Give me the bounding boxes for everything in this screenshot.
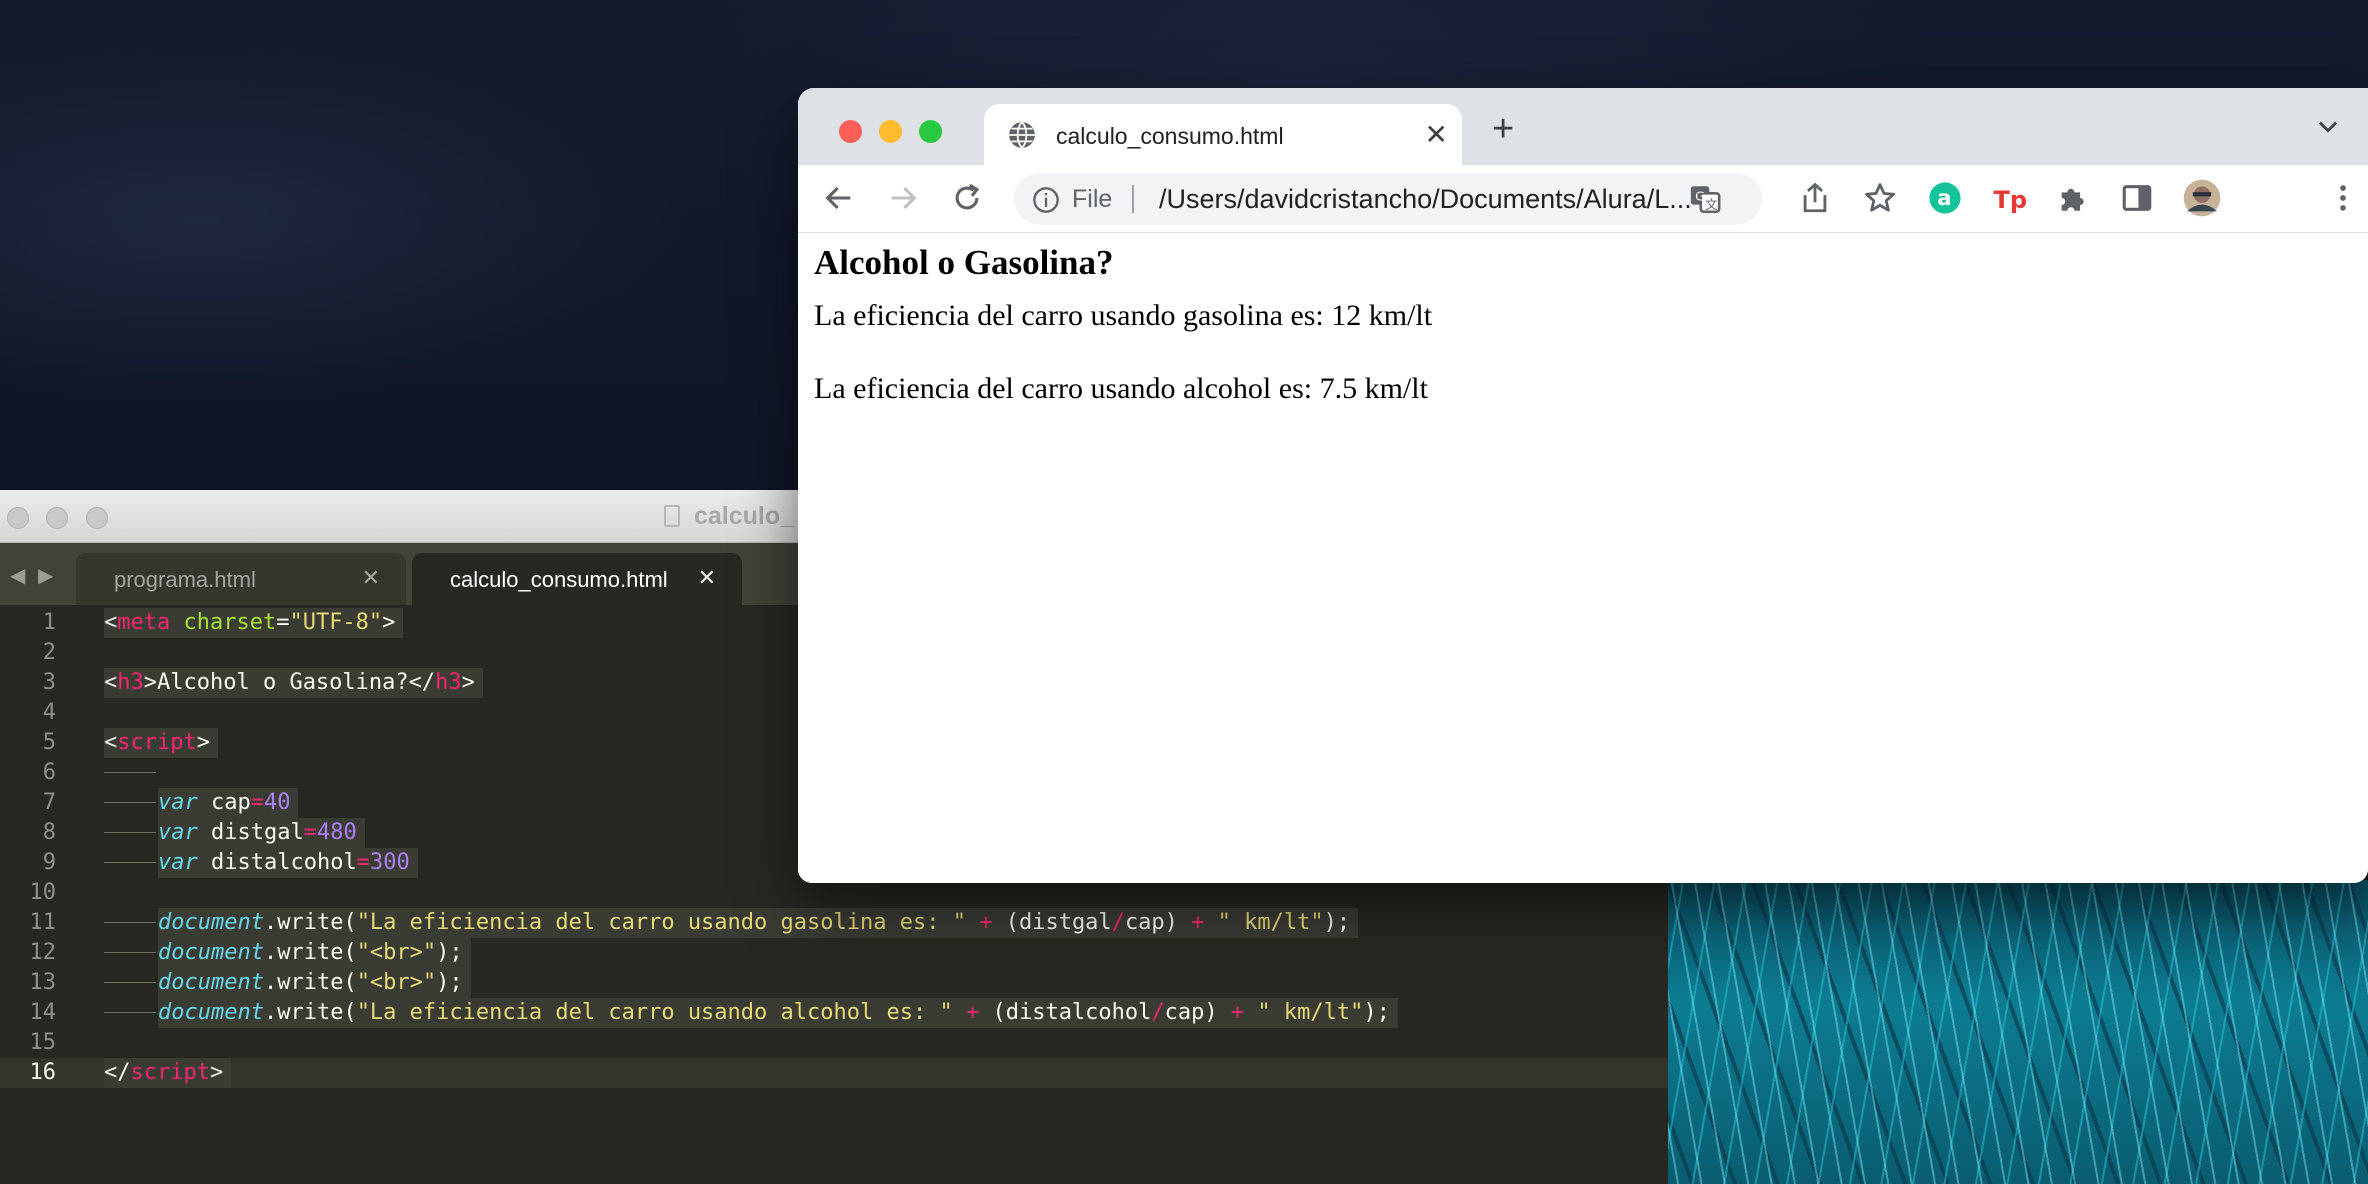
line-number: 14	[29, 1000, 57, 1025]
alcohol-efficiency-text: La eficiencia del carro usando alcohol e…	[814, 372, 1428, 405]
svg-text:a: a	[1937, 186, 1951, 211]
wallpaper-grass	[1668, 880, 2368, 1184]
omnibox-divider	[1132, 185, 1134, 213]
window-close-button[interactable]	[839, 120, 862, 143]
close-icon[interactable]: ✕	[698, 565, 716, 591]
share-icon[interactable]	[1798, 181, 1832, 215]
line-number: 1	[42, 610, 56, 635]
editor-tab-label: programa.html	[114, 567, 256, 592]
editor-tab-programa[interactable]: programa.html ✕	[76, 553, 406, 605]
indent-guide	[104, 952, 156, 953]
gasoline-efficiency-text: La eficiencia del carro usando gasolina …	[814, 299, 1433, 332]
code-text: var distalcohol=300	[158, 848, 418, 878]
line-number: 8	[42, 820, 56, 845]
editor-window-title: calculo_	[664, 502, 794, 531]
code-text: var cap=40	[158, 788, 299, 818]
line-number: 5	[42, 730, 56, 755]
profile-avatar[interactable]	[2182, 178, 2222, 218]
indent-guide	[104, 772, 156, 773]
code-text: <h3>Alcohol o Gasolina?</h3>	[104, 668, 483, 698]
window-zoom-button[interactable]	[919, 120, 942, 143]
page-heading: Alcohol o Gasolina?	[814, 243, 1114, 282]
svg-text:文: 文	[1705, 198, 1718, 213]
line-number: 10	[29, 880, 57, 905]
svg-text:G: G	[1695, 189, 1705, 204]
translate-icon[interactable]: G文	[1688, 182, 1722, 216]
line-number: 2	[42, 640, 56, 665]
editor-zoom-light[interactable]	[86, 507, 108, 529]
url-text[interactable]: /Users/davidcristancho/Documents/Alura/L…	[1159, 184, 1692, 215]
code-line[interactable]: 15	[0, 1028, 1668, 1058]
document-icon	[664, 505, 680, 527]
web-page-content: Alcohol o Gasolina? La eficiencia del ca…	[798, 233, 2368, 883]
line-number: 16	[29, 1060, 57, 1085]
code-text: document.write("La eficiencia del carro …	[158, 908, 1359, 938]
code-text: document.write("<br>");	[158, 938, 471, 968]
tab-forward-arrow-icon[interactable]: ▶	[38, 563, 53, 588]
indent-guide	[104, 802, 156, 803]
reload-icon[interactable]	[950, 181, 984, 215]
globe-icon	[1009, 121, 1035, 149]
chevron-down-icon[interactable]	[2314, 112, 2342, 140]
editor-tab-label: calculo_consumo.html	[450, 567, 668, 592]
window-minimize-button[interactable]	[879, 120, 902, 143]
indent-guide	[104, 982, 156, 983]
indent-guide	[104, 832, 156, 833]
code-text: <script>	[104, 728, 218, 758]
code-text: document.write("<br>");	[158, 968, 471, 998]
editor-close-light[interactable]	[7, 507, 29, 529]
menu-kebab-icon[interactable]	[2326, 181, 2360, 215]
indent-guide	[104, 1012, 156, 1013]
line-number: 15	[29, 1030, 57, 1055]
line-number: 7	[42, 790, 56, 815]
line-number: 11	[29, 910, 57, 935]
tab-back-arrow-icon[interactable]: ◀	[10, 563, 25, 588]
browser-window: calculo_consumo.html ✕ + File /Users/dav…	[798, 88, 2368, 883]
indent-guide	[104, 862, 156, 863]
side-panel-icon[interactable]	[2120, 181, 2154, 215]
line-number: 13	[29, 970, 57, 995]
code-text: <meta charset="UTF-8">	[104, 608, 404, 638]
editor-tab-calculo-consumo[interactable]: calculo_consumo.html ✕	[412, 553, 742, 605]
line-number: 12	[29, 940, 57, 965]
extension-tp-icon[interactable]: Tp	[1992, 181, 2026, 215]
browser-toolbar: File /Users/davidcristancho/Documents/Al…	[798, 165, 2368, 233]
new-tab-button[interactable]: +	[1492, 110, 1514, 148]
line-number: 3	[42, 670, 56, 695]
forward-arrow-icon[interactable]	[886, 181, 920, 215]
tab-title: calculo_consumo.html	[1056, 123, 1284, 149]
code-line[interactable]: 12 document.write("<br>");	[0, 938, 1668, 968]
code-line[interactable]: 13 document.write("<br>");	[0, 968, 1668, 998]
line-number: 4	[42, 700, 56, 725]
puzzle-extensions-icon[interactable]	[2056, 181, 2090, 215]
code-line[interactable]: 11 document.write("La eficiencia del carr…	[0, 908, 1668, 938]
line-number: 9	[42, 850, 56, 875]
browser-tab-strip: calculo_consumo.html ✕ +	[798, 88, 2368, 165]
line-number: 6	[42, 760, 56, 785]
grammarly-icon[interactable]: a	[1928, 181, 1962, 215]
indent-guide	[104, 922, 156, 923]
tab-close-icon[interactable]: ✕	[1425, 118, 1448, 151]
code-text: var distgal=480	[158, 818, 365, 848]
code-text: document.write("La eficiencia del carro …	[158, 998, 1398, 1028]
code-text: </script>	[104, 1058, 232, 1088]
browser-tab[interactable]: calculo_consumo.html ✕	[984, 104, 1462, 165]
close-icon[interactable]: ✕	[362, 565, 380, 591]
svg-text:Tp: Tp	[1993, 186, 2026, 214]
code-line[interactable]: 14 document.write("La eficiencia del carr…	[0, 998, 1668, 1028]
scheme-label[interactable]: File	[1072, 185, 1112, 214]
editor-minimize-light[interactable]	[46, 507, 68, 529]
bookmark-star-icon[interactable]	[1863, 181, 1897, 215]
code-line[interactable]: 16 </script>	[0, 1058, 1668, 1088]
back-arrow-icon[interactable]	[822, 181, 856, 215]
info-icon[interactable]	[1032, 186, 1060, 214]
address-bar[interactable]: File /Users/davidcristancho/Documents/Al…	[1014, 173, 1762, 225]
